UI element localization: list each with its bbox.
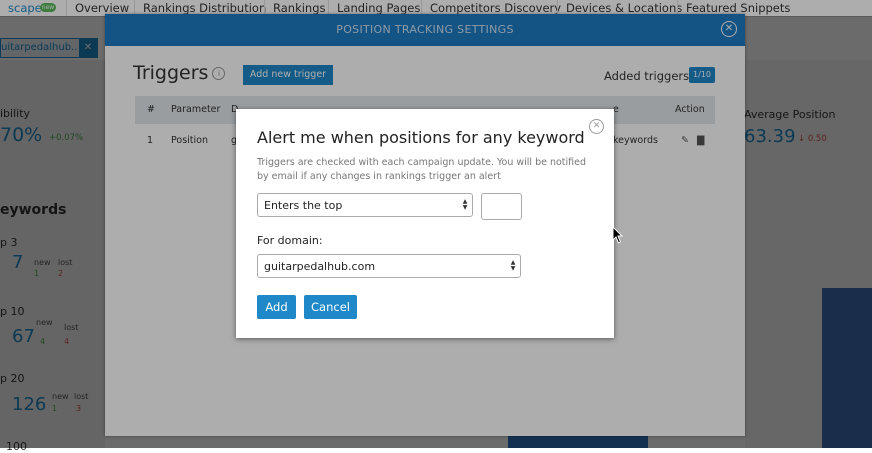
top-position-input[interactable] [481,193,522,220]
alert-modal: ✕ Alert me when positions for any keywor… [236,109,614,338]
chevron-updown-icon: ▲ ▼ [462,198,468,211]
domain-label: For domain: [257,234,323,247]
modal-description: Triggers are checked with each campaign … [257,157,587,182]
cancel-button[interactable]: Cancel [304,295,357,319]
modal-title: Alert me when positions for any keyword [257,128,585,147]
domain-select[interactable]: guitarpedalhub.com ▲ ▼ [257,254,521,278]
condition-select[interactable]: Enters the top ▲ ▼ [257,193,473,217]
mouse-cursor-icon [612,226,624,244]
add-button[interactable]: Add [257,295,296,319]
domain-value: guitarpedalhub.com [264,260,376,273]
chevron-updown-icon: ▲ ▼ [510,259,516,272]
close-icon[interactable]: ✕ [589,119,604,134]
condition-value: Enters the top [264,199,343,212]
